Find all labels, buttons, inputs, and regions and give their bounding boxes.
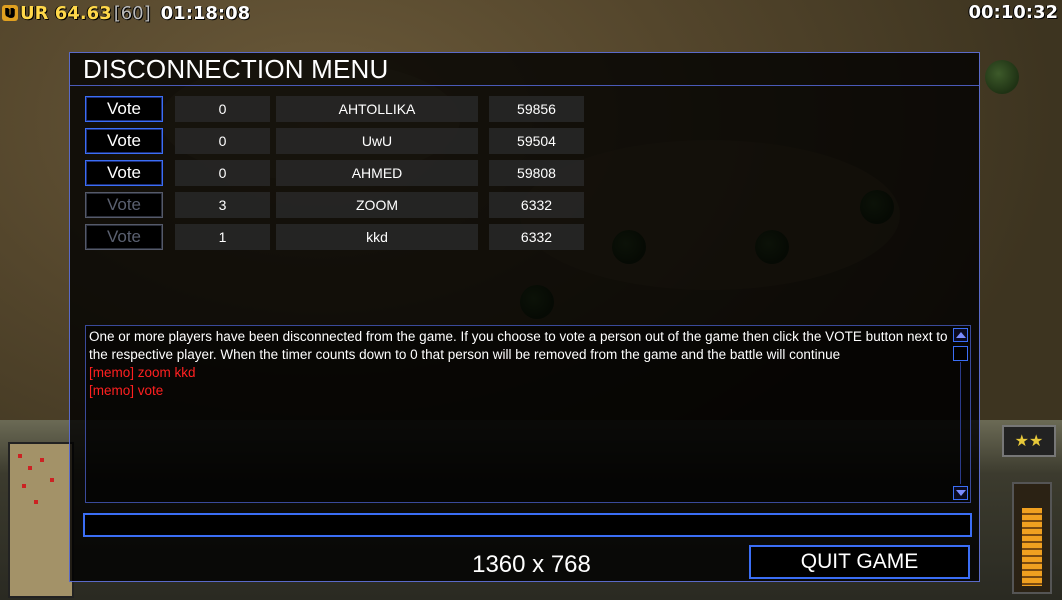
power-meter	[1012, 482, 1052, 594]
vote-button[interactable]: Vote	[85, 160, 163, 186]
chat-input[interactable]	[83, 513, 972, 537]
minimap[interactable]	[8, 442, 74, 598]
message-list: One or more players have been disconnect…	[89, 328, 949, 400]
resolution-label: 1360 x 768	[472, 551, 591, 578]
message-log[interactable]: One or more players have been disconnect…	[85, 325, 971, 503]
player-name: ZOOM	[276, 192, 478, 218]
hud-stats: U UR 64.63 [60] 01:18:08	[2, 2, 250, 24]
scroll-up-icon[interactable]	[953, 328, 968, 342]
fps-readout: UR 64.63	[20, 2, 112, 24]
player-timer: 59808	[489, 160, 584, 186]
memo-message: [memo] vote	[89, 383, 164, 398]
player-timer: 59504	[489, 128, 584, 154]
disconnection-dialog: DISCONNECTION MENU Vote 0 AHTOLLIKA 5985…	[69, 52, 980, 582]
fps-target: [60]	[113, 2, 151, 24]
vote-count: 0	[175, 160, 270, 186]
session-timer: 00:10:32	[968, 2, 1058, 23]
player-name: UwU	[276, 128, 478, 154]
vote-button-disabled: Vote	[85, 192, 163, 218]
vote-button[interactable]: Vote	[85, 128, 163, 154]
scrollbar[interactable]	[952, 326, 970, 502]
ur-icon: U	[2, 5, 18, 21]
tree	[985, 60, 1019, 94]
scroll-down-icon[interactable]	[953, 486, 968, 500]
dialog-title: DISCONNECTION MENU	[70, 53, 979, 86]
player-timer: 6332	[489, 224, 584, 250]
vote-count: 3	[175, 192, 270, 218]
vote-count: 0	[175, 128, 270, 154]
quit-game-button[interactable]: QUIT GAME	[749, 545, 970, 579]
vote-count: 0	[175, 96, 270, 122]
player-name: AHTOLLIKA	[276, 96, 478, 122]
memo-message: [memo] zoom kkd	[89, 365, 196, 380]
scroll-thumb[interactable]	[953, 346, 968, 361]
player-name: kkd	[276, 224, 478, 250]
vote-button-disabled: Vote	[85, 224, 163, 250]
player-timer: 6332	[489, 192, 584, 218]
rank-stars-icon: ★★	[1002, 425, 1056, 457]
player-timer: 59856	[489, 96, 584, 122]
scroll-track	[960, 362, 961, 484]
vote-count: 1	[175, 224, 270, 250]
info-message: One or more players have been disconnect…	[89, 329, 948, 362]
game-time: 01:18:08	[160, 2, 251, 24]
player-name: AHMED	[276, 160, 478, 186]
vote-button[interactable]: Vote	[85, 96, 163, 122]
